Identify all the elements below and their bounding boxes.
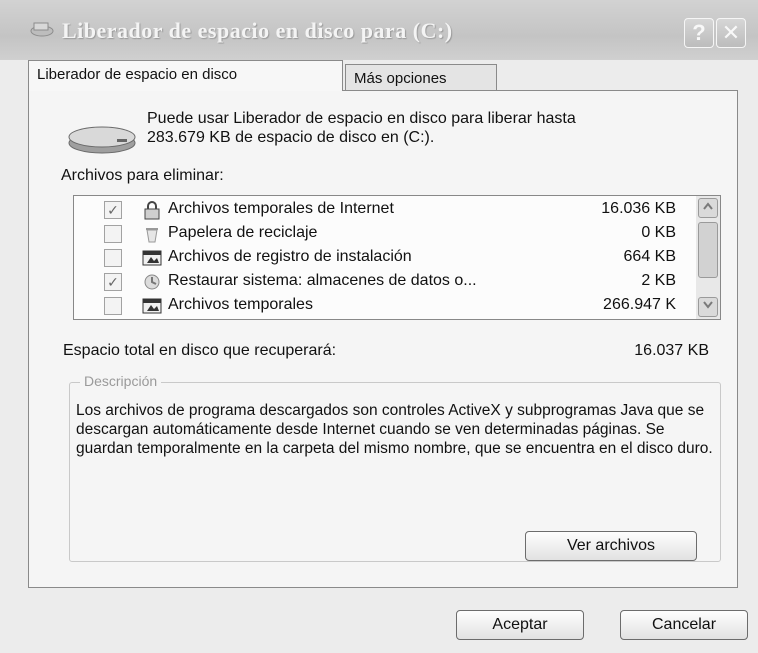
list-item[interactable]: ✓ Archivos temporales de Internet 16.036… [74,198,694,222]
view-files-button[interactable]: Ver archivos [525,531,697,561]
file-name: Archivos temporales [168,296,313,313]
ok-button[interactable]: Aceptar [456,610,584,640]
total-space-label: Espacio total en disco que recuperará: [63,342,337,359]
restore-icon [144,274,160,290]
close-button[interactable]: ✕ [716,18,746,48]
scroll-up-button[interactable] [698,198,718,218]
description-text: Los archivos de programa descargados son… [76,402,713,457]
file-name: Archivos temporales de Internet [168,200,394,217]
intro-line-1: Puede usar Liberador de espacio en disco… [147,110,576,127]
checkbox-internet-temp[interactable]: ✓ [104,201,122,219]
hard-drive-icon [68,126,136,154]
window-icon [142,250,162,266]
disk-cleanup-window: Liberador de espacio en disco para (C:) … [0,0,758,653]
checkbox-temp-files[interactable] [104,297,122,315]
file-size: 266.947 K [603,296,676,313]
intro-text: Puede usar Liberador de espacio en disco… [147,109,727,147]
list-item[interactable]: Papelera de reciclaje 0 KB [74,222,694,246]
window-icon [142,298,162,314]
file-name: Restaurar sistema: almacenes de datos o.… [168,272,477,289]
disk-cleanup-icon [30,22,54,37]
tab-panel: Puede usar Liberador de espacio en disco… [28,90,738,588]
file-name: Papelera de reciclaje [168,224,318,241]
scroll-thumb[interactable] [698,222,718,278]
recycle-bin-icon [146,228,158,243]
list-item[interactable]: Archivos temporales 266.947 K [74,294,694,318]
cancel-button[interactable]: Cancelar [620,610,748,640]
scroll-down-button[interactable] [698,297,718,317]
list-item[interactable]: Archivos de registro de instalación 664 … [74,246,694,270]
chevron-up-icon [703,202,713,210]
description-legend: Descripción [80,373,162,389]
file-size: 16.036 KB [601,200,676,217]
list-item[interactable]: ✓ Restaurar sistema: almacenes de datos … [74,270,694,294]
list-scrollbar[interactable] [696,196,720,319]
total-space-value: 16.037 KB [634,342,709,359]
checkbox-system-restore[interactable]: ✓ [104,273,122,291]
title-bar[interactable]: Liberador de espacio en disco para (C:) … [0,0,758,60]
intro-line-2: 283.679 KB de espacio de disco en (C:). [147,129,435,146]
lock-icon [144,201,160,220]
tab-disk-cleanup[interactable]: Liberador de espacio en disco [28,60,343,91]
checkbox-setup-logs[interactable] [104,249,122,267]
window-title: Liberador de espacio en disco para (C:) [62,18,453,43]
files-to-delete-label: Archivos para eliminar: [61,167,224,184]
files-list[interactable]: ✓ Archivos temporales de Internet 16.036… [73,195,721,320]
file-name: Archivos de registro de instalación [168,248,412,265]
file-size: 0 KB [641,224,676,241]
checkbox-recycle-bin[interactable] [104,225,122,243]
chevron-down-icon [703,301,713,309]
help-icon: ? [692,20,706,45]
file-size: 664 KB [623,248,676,265]
help-button[interactable]: ? [684,18,714,48]
close-icon: ✕ [721,20,741,45]
file-size: 2 KB [641,272,676,289]
